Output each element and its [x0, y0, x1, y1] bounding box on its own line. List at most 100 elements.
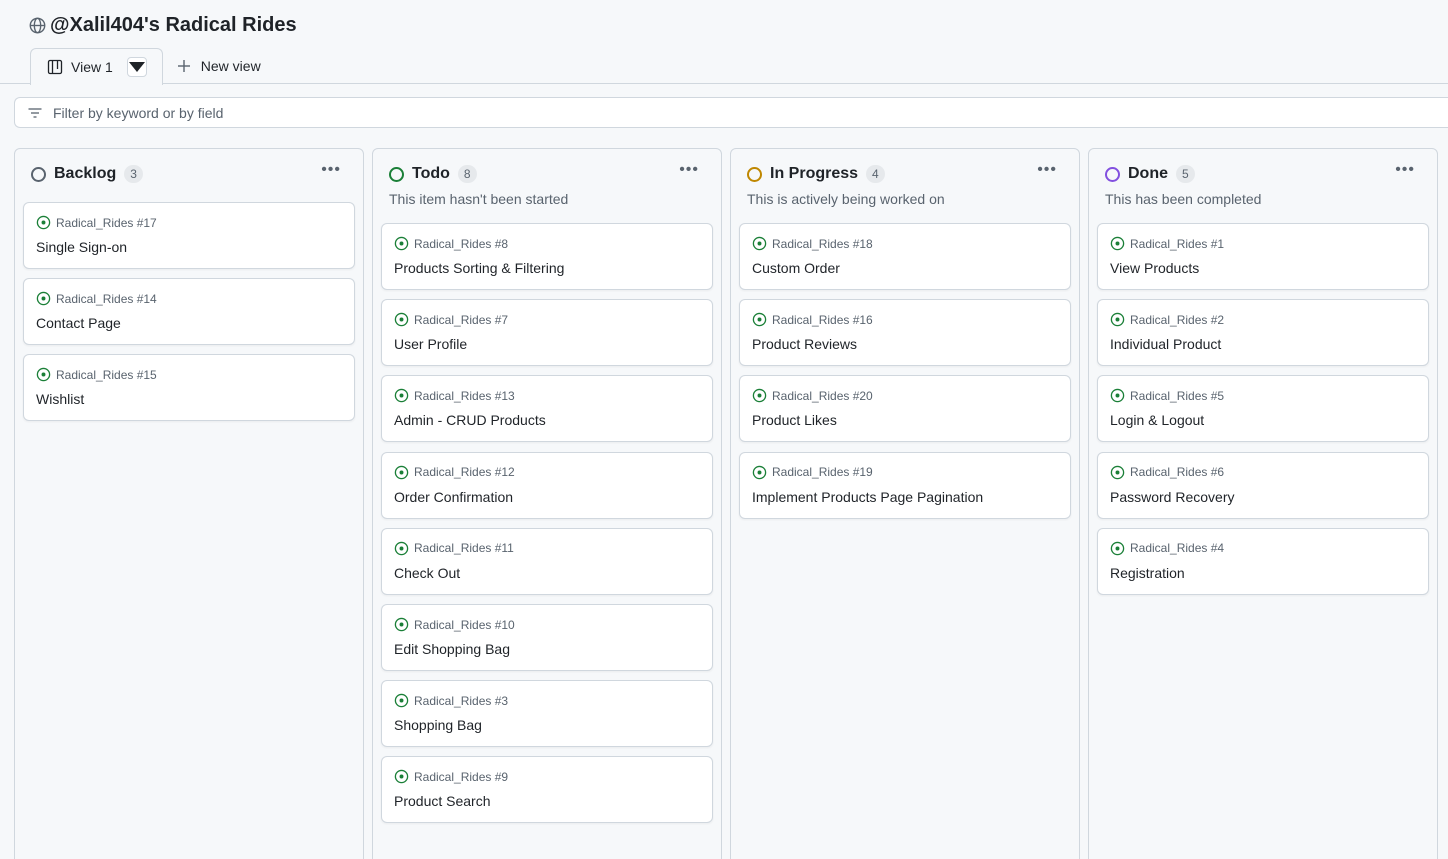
view-options-button[interactable]: [126, 57, 147, 77]
issue-ref: Radical_Rides #10: [394, 617, 515, 632]
issue-title[interactable]: Individual Product: [1110, 336, 1221, 352]
issue-card[interactable]: Radical_Rides #1 View Products: [1097, 223, 1429, 290]
issue-card[interactable]: Radical_Rides #3 Shopping Bag: [381, 680, 713, 748]
issue-card[interactable]: Radical_Rides #2 Individual Product: [1097, 299, 1429, 367]
issue-title[interactable]: Contact Page: [36, 315, 121, 331]
issue-title[interactable]: Shopping Bag: [394, 717, 482, 733]
issue-card[interactable]: Radical_Rides #5 Login & Logout: [1097, 375, 1429, 443]
issue-card[interactable]: Radical_Rides #10 Edit Shopping Bag: [381, 604, 713, 671]
issue-ref-link[interactable]: Radical_Rides #11: [414, 541, 514, 555]
issue-ref-link[interactable]: Radical_Rides #18: [772, 237, 873, 251]
issue-ref-link[interactable]: Radical_Rides #10: [414, 618, 515, 632]
column-count: 8: [457, 165, 477, 183]
issue-ref: Radical_Rides #14: [36, 291, 157, 306]
issue-ref-link[interactable]: Radical_Rides #8: [414, 237, 508, 251]
issue-title[interactable]: Product Search: [394, 793, 491, 809]
issue-title[interactable]: Order Confirmation: [394, 489, 513, 505]
issue-ref-link[interactable]: Radical_Rides #20: [772, 389, 873, 403]
issue-title[interactable]: Edit Shopping Bag: [394, 641, 510, 657]
issue-ref-link[interactable]: Radical_Rides #1: [1130, 237, 1224, 251]
column-menu-button[interactable]: •••: [679, 161, 699, 179]
issue-ref: Radical_Rides #9: [394, 769, 508, 784]
column-menu-button[interactable]: •••: [321, 161, 341, 179]
issue-ref-link[interactable]: Radical_Rides #3: [414, 694, 508, 708]
issue-ref-link[interactable]: Radical_Rides #13: [414, 389, 515, 403]
issue-card[interactable]: Radical_Rides #16 Product Reviews: [739, 299, 1071, 367]
issue-ref: Radical_Rides #13: [394, 388, 515, 403]
column-description: This item hasn't been started: [389, 191, 569, 207]
tab-view-1[interactable]: View 1: [30, 48, 163, 85]
issue-ref: Radical_Rides #1: [1110, 236, 1224, 251]
issue-ref: Radical_Rides #11: [394, 541, 514, 556]
issue-card[interactable]: Radical_Rides #20 Product Likes: [739, 375, 1071, 443]
column-description: This is actively being worked on: [747, 191, 945, 207]
column-menu-button[interactable]: •••: [1395, 161, 1415, 179]
issue-card[interactable]: Radical_Rides #9 Product Search: [381, 756, 713, 824]
tab-view-1-label: View 1: [71, 59, 113, 75]
issue-title[interactable]: Implement Products Page Pagination: [752, 489, 983, 505]
issue-ref-link[interactable]: Radical_Rides #5: [1130, 389, 1224, 403]
column-header: In Progress 4: [747, 163, 885, 185]
issue-card[interactable]: Radical_Rides #17 Single Sign-on: [23, 202, 355, 269]
issue-ref-link[interactable]: Radical_Rides #17: [56, 216, 157, 230]
issue-card[interactable]: Radical_Rides #18 Custom Order: [739, 223, 1071, 290]
issue-open-icon: [394, 617, 409, 632]
issue-ref: Radical_Rides #6: [1110, 465, 1224, 480]
issue-ref-link[interactable]: Radical_Rides #14: [56, 292, 157, 306]
column-menu-button[interactable]: •••: [1037, 161, 1057, 179]
issue-title[interactable]: View Products: [1110, 260, 1199, 276]
issue-title[interactable]: Check Out: [394, 565, 460, 581]
issue-ref: Radical_Rides #3: [394, 693, 508, 708]
issue-card[interactable]: Radical_Rides #11 Check Out: [381, 527, 713, 595]
issue-title[interactable]: Registration: [1110, 565, 1185, 581]
issue-card[interactable]: Radical_Rides #15 Wishlist: [23, 354, 355, 422]
issue-ref: Radical_Rides #4: [1110, 541, 1224, 556]
issue-card[interactable]: Radical_Rides #12 Order Confirmation: [381, 451, 713, 519]
issue-ref: Radical_Rides #17: [36, 215, 157, 230]
issue-title[interactable]: Products Sorting & Filtering: [394, 260, 564, 276]
issue-title[interactable]: Admin - CRUD Products: [394, 412, 546, 428]
issue-ref-link[interactable]: Radical_Rides #19: [772, 465, 873, 479]
new-view-button[interactable]: New view: [163, 48, 275, 84]
issue-title[interactable]: Password Recovery: [1110, 489, 1235, 505]
issue-title[interactable]: Product Likes: [752, 412, 837, 428]
column-name: In Progress: [770, 165, 859, 182]
issue-ref-link[interactable]: Radical_Rides #9: [414, 770, 508, 784]
issue-card[interactable]: Radical_Rides #19 Implement Products Page…: [739, 451, 1071, 519]
issue-ref: Radical_Rides #20: [752, 388, 873, 403]
column-todo: Todo 8 ••• This item hasn't been started Rad…: [372, 148, 722, 859]
issue-ref-link[interactable]: Radical_Rides #12: [414, 465, 515, 479]
issue-ref-link[interactable]: Radical_Rides #6: [1130, 465, 1224, 479]
issue-card[interactable]: Radical_Rides #4 Registration: [1097, 527, 1429, 595]
issue-ref-link[interactable]: Radical_Rides #2: [1130, 313, 1224, 327]
issue-card[interactable]: Radical_Rides #7 User Profile: [381, 299, 713, 367]
triangle-down-icon: [128, 62, 145, 72]
issue-title[interactable]: Wishlist: [36, 391, 84, 407]
issue-title[interactable]: Single Sign-on: [36, 239, 127, 255]
issue-card[interactable]: Radical_Rides #8 Products Sorting & Filte…: [381, 223, 713, 290]
issue-title[interactable]: Login & Logout: [1110, 412, 1204, 428]
issue-title[interactable]: Custom Order: [752, 260, 840, 276]
issue-open-icon: [394, 465, 409, 479]
issue-card[interactable]: Radical_Rides #6 Password Recovery: [1097, 451, 1429, 519]
issue-title[interactable]: Product Reviews: [752, 336, 857, 352]
column-in-progress: In Progress 4 ••• This is actively being wo…: [730, 148, 1080, 859]
issue-ref-link[interactable]: Radical_Rides #4: [1130, 541, 1224, 555]
project-title: @Xalil404's Radical Rides: [50, 13, 297, 36]
column-header: Backlog 3: [31, 163, 143, 185]
issue-ref: Radical_Rides #16: [752, 312, 873, 327]
issue-ref: Radical_Rides #2: [1110, 312, 1224, 327]
issue-open-icon: [394, 236, 409, 251]
filter-input[interactable]: Filter by keyword or by field: [14, 97, 1448, 128]
issue-ref-link[interactable]: Radical_Rides #15: [56, 368, 157, 382]
issue-title[interactable]: User Profile: [394, 336, 467, 352]
issue-card[interactable]: Radical_Rides #14 Contact Page: [23, 278, 355, 346]
issue-ref-link[interactable]: Radical_Rides #16: [772, 313, 873, 327]
issue-card[interactable]: Radical_Rides #13 Admin - CRUD Products: [381, 375, 713, 443]
issue-open-icon: [1110, 312, 1125, 327]
issue-ref-link[interactable]: Radical_Rides #7: [414, 313, 508, 327]
globe-icon: [29, 17, 46, 33]
status-circle-icon: [389, 166, 404, 182]
filter-placeholder: Filter by keyword or by field: [53, 104, 224, 121]
filter-icon: [28, 107, 42, 118]
